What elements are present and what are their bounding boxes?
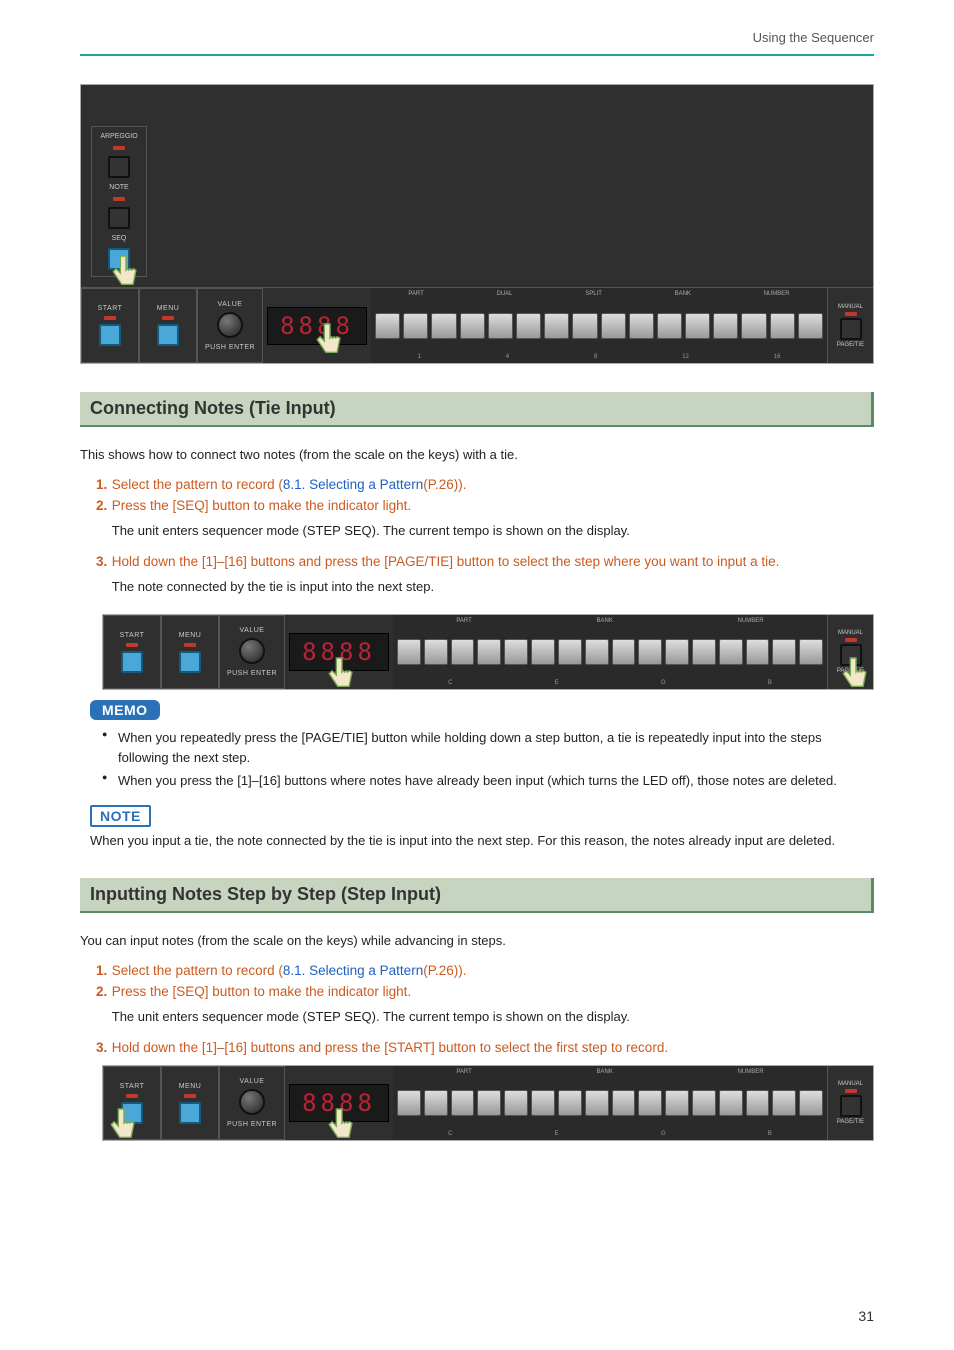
note-text: When you input a tie, the note connected…	[90, 831, 874, 851]
step-text: Hold down the [1]–[16] buttons and press…	[112, 1040, 668, 1055]
key-12	[685, 313, 710, 339]
manual-column: MANUAL PAGE/TIE	[827, 288, 873, 363]
key-row: PARTBANKNUMBER CEGB	[393, 1066, 827, 1140]
menu-column: MENU	[139, 288, 197, 363]
step-text: Select the pattern to record (8.1. Selec…	[112, 477, 467, 492]
value-label: VALUE	[218, 301, 243, 308]
cursor-hand-icon	[325, 655, 359, 695]
start-column: START	[103, 615, 161, 689]
key-6	[516, 313, 541, 339]
memo-list: When you repeatedly press the [PAGE/TIE]…	[90, 728, 874, 791]
step-text: Select the pattern to record (8.1. Selec…	[112, 963, 467, 978]
value-knob	[239, 1089, 265, 1115]
key-row: PART DUAL SPLIT BANK NUMBER 1481216	[371, 288, 827, 363]
note-led	[113, 197, 125, 201]
step-text: Press the [SEQ] button to make the indic…	[112, 498, 411, 513]
step-subtext: The unit enters sequencer mode (STEP SEQ…	[112, 523, 872, 538]
value-knob	[239, 638, 265, 664]
header-divider	[80, 54, 874, 56]
menu-button	[179, 1102, 201, 1124]
key-8	[572, 313, 597, 339]
start-led	[104, 316, 116, 320]
hardware-panel-figure-2: START MENU VALUEPUSH ENTER 8888 PARTBANK…	[102, 614, 874, 690]
key-11	[657, 313, 682, 339]
menu-button	[179, 651, 201, 673]
cursor-hand-icon	[313, 321, 347, 361]
manual-label: MANUAL	[838, 304, 863, 310]
header-section: Using the Sequencer	[753, 30, 874, 45]
cursor-hand-icon	[325, 1106, 359, 1146]
start-column: START	[81, 288, 139, 363]
menu-led	[162, 316, 174, 320]
key-row-bottom-labels: 1481216	[371, 351, 827, 363]
step-text: Press the [SEQ] button to make the indic…	[112, 984, 411, 999]
value-column: VALUEPUSH ENTER	[219, 1066, 285, 1140]
section2-intro: You can input notes (from the scale on t…	[80, 931, 874, 951]
key-caps	[371, 300, 827, 351]
push-enter-label: PUSH ENTER	[205, 342, 255, 351]
section-heading-tie-input: Connecting Notes (Tie Input)	[80, 392, 874, 427]
manual-column: MANUALPAGE/TIE	[827, 1066, 873, 1140]
key-7	[544, 313, 569, 339]
start-label: START	[98, 305, 123, 312]
start-button	[121, 651, 143, 673]
note-button	[108, 207, 130, 229]
arpeggio-label: ARPEGGIO	[100, 133, 137, 140]
link-selecting-pattern[interactable]: 8.1. Selecting a Pattern	[283, 477, 423, 492]
key-2	[403, 313, 428, 339]
menu-button	[157, 324, 179, 346]
cursor-hand-icon	[839, 655, 873, 695]
note-badge: NOTE	[90, 805, 151, 827]
step-number: 3.	[80, 554, 108, 569]
manual-button	[840, 1095, 862, 1117]
step-number: 2.	[80, 498, 108, 513]
key-row-top-labels: PART DUAL SPLIT BANK NUMBER	[371, 288, 827, 300]
section1-steps: 1. Select the pattern to record (8.1. Se…	[80, 477, 874, 604]
step-text: Hold down the [1]–[16] buttons and press…	[112, 554, 780, 569]
manual-button	[840, 318, 862, 340]
step-subtext: The unit enters sequencer mode (STEP SEQ…	[112, 1009, 872, 1024]
cursor-hand-icon	[107, 1106, 141, 1146]
value-column: VALUEPUSH ENTER	[219, 615, 285, 689]
menu-label: MENU	[157, 305, 180, 312]
value-column: VALUE PUSH ENTER	[197, 288, 263, 363]
key-10	[629, 313, 654, 339]
value-knob	[217, 312, 243, 338]
hardware-panel-figure-3: START MENU VALUEPUSH ENTER 8888 PARTBANK…	[102, 1065, 874, 1141]
start-button	[99, 324, 121, 346]
step-number: 1.	[80, 477, 108, 492]
section-heading-step-input: Inputting Notes Step by Step (Step Input…	[80, 878, 874, 913]
arpeggio-button	[108, 156, 130, 178]
key-15	[770, 313, 795, 339]
key-16	[798, 313, 823, 339]
key-1	[375, 313, 400, 339]
link-selecting-pattern[interactable]: 8.1. Selecting a Pattern	[283, 963, 423, 978]
page-tie-label: PAGE/TIE	[837, 342, 864, 348]
cursor-hand-icon	[109, 253, 143, 293]
step-number: 3.	[80, 1040, 108, 1055]
key-3	[431, 313, 456, 339]
arpeggio-led	[113, 146, 125, 150]
page-number: 31	[858, 1308, 874, 1324]
menu-column: MENU	[161, 615, 219, 689]
key-13	[713, 313, 738, 339]
hardware-panel-figure-1: ARPEGGIO NOTE SEQ START MENU	[80, 84, 874, 364]
section2-steps: 1. Select the pattern to record (8.1. Se…	[80, 963, 874, 1055]
key-row: PARTBANKNUMBER CEGB	[393, 615, 827, 689]
key-4	[460, 313, 485, 339]
seq-label: SEQ	[112, 235, 127, 242]
section1-intro: This shows how to connect two notes (fro…	[80, 445, 874, 465]
step-subtext: The note connected by the tie is input i…	[112, 579, 872, 594]
manual-led	[845, 312, 857, 316]
key-5	[488, 313, 513, 339]
key-9	[601, 313, 626, 339]
memo-badge: MEMO	[90, 700, 160, 720]
memo-item: When you press the [1]–[16] buttons wher…	[118, 771, 874, 791]
step-number: 1.	[80, 963, 108, 978]
note-label: NOTE	[109, 184, 128, 191]
memo-item: When you repeatedly press the [PAGE/TIE]…	[118, 728, 874, 767]
menu-column: MENU	[161, 1066, 219, 1140]
key-14	[741, 313, 766, 339]
step-number: 2.	[80, 984, 108, 999]
